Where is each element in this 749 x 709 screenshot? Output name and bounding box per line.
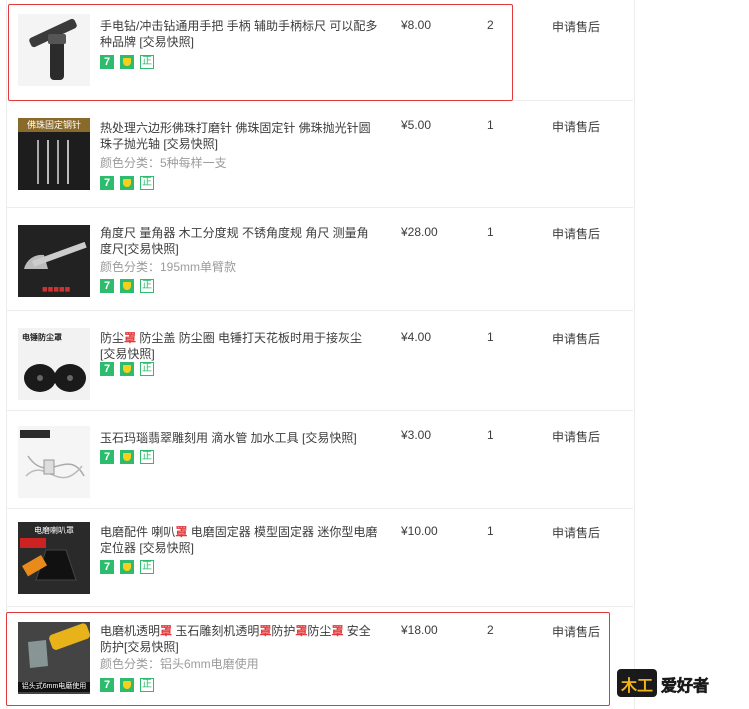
svg-text:木工: 木工 xyxy=(620,676,653,695)
product-title[interactable]: 玉石玛瑙翡翠雕刻用 滴水管 加水工具 [交易快照] xyxy=(100,430,378,446)
unit-price: ¥3.00 xyxy=(401,428,432,442)
seven-day-return-icon: 7 xyxy=(100,362,114,376)
product-thumbnail[interactable]: 佛珠固定钢针 xyxy=(18,118,90,190)
product-title[interactable]: 热处理六边形佛珠打磨针 佛珠固定针 佛珠抛光针圆珠子抛光轴 [交易快照] xyxy=(100,120,378,152)
sku-option: 颜色分类：195mm单臂款 xyxy=(100,260,237,274)
order-item-row: 佛珠固定钢针 热处理六边形佛珠打磨针 佛珠固定针 佛珠抛光针圆珠子抛光轴 [交易… xyxy=(6,100,633,208)
unit-price: ¥28.00 xyxy=(401,225,438,239)
seven-day-return-icon: 7 xyxy=(100,560,114,574)
apply-after-sale-link[interactable]: 申请售后 xyxy=(552,225,600,242)
order-item-row: ■■■■■ 角度尺 量角器 木工分度规 不锈角度规 角尺 测量角度尺[交易快照]… xyxy=(6,207,633,311)
product-title[interactable]: 防尘罩 防尘盖 防尘圈 电锤打天花板时用于接灰尘 [交易快照] xyxy=(100,330,378,362)
selection-highlight xyxy=(6,612,610,706)
genuine-guarantee-icon: 正 xyxy=(140,279,154,293)
svg-text:爱好者: 爱好者 xyxy=(661,676,709,695)
product-title[interactable]: 电磨配件 喇叭罩 电磨固定器 模型固定器 迷你型电磨定位器 [交易快照] xyxy=(100,524,378,556)
order-item-row: 电锤防尘罩 防尘罩 防尘盖 防尘圈 电锤打天花板时用于接灰尘 [交易快照] 7正… xyxy=(6,310,633,411)
selection-highlight xyxy=(8,4,513,101)
genuine-guarantee-icon: 正 xyxy=(140,176,154,190)
genuine-guarantee-icon: 正 xyxy=(140,450,154,464)
consumer-protection-icon xyxy=(120,362,134,376)
service-icons: 7正 xyxy=(100,176,160,190)
consumer-protection-icon xyxy=(120,279,134,293)
apply-after-sale-link[interactable]: 申请售后 xyxy=(552,118,600,135)
water-drip-tube-image xyxy=(20,430,85,479)
apply-after-sale-link[interactable]: 申请售后 xyxy=(552,428,600,445)
order-item-row: 玉石玛瑙翡翠雕刻用 滴水管 加水工具 [交易快照] 7正 ¥3.00 1 申请售… xyxy=(6,410,633,509)
seven-day-return-icon: 7 xyxy=(100,450,114,464)
quantity: 1 xyxy=(487,428,494,442)
unit-price: ¥5.00 xyxy=(401,118,432,132)
thumbnail-caption: 电磨喇叭罩 xyxy=(34,526,74,535)
product-thumbnail[interactable] xyxy=(18,426,90,498)
consumer-protection-icon xyxy=(120,450,134,464)
order-item-row: 电磨喇叭罩 电磨配件 喇叭罩 电磨固定器 模型固定器 迷你型电磨定位器 [交易快… xyxy=(6,508,633,607)
quantity: 1 xyxy=(487,330,494,344)
genuine-guarantee-icon: 正 xyxy=(140,362,154,376)
unit-price: ¥4.00 xyxy=(401,330,432,344)
logo-graphic: 木工 爱好者 xyxy=(617,669,709,697)
quantity: 1 xyxy=(487,225,494,239)
service-icons: 7正 xyxy=(100,450,160,464)
angle-ruler-image: ■■■■■ xyxy=(24,241,87,293)
product-thumbnail[interactable]: ■■■■■ xyxy=(18,225,90,297)
sku-option: 颜色分类：5种每样一支 xyxy=(100,156,227,170)
apply-after-sale-link[interactable]: 申请售后 xyxy=(552,524,600,541)
unit-price: ¥10.00 xyxy=(401,524,438,538)
genuine-guarantee-icon: 正 xyxy=(140,560,154,574)
apply-after-sale-link[interactable]: 申请售后 xyxy=(552,18,600,35)
apply-after-sale-link[interactable]: 申请售后 xyxy=(552,330,600,347)
thumbnail-caption: 佛珠固定钢针 xyxy=(18,118,90,132)
thumbnail-caption: 电锤防尘罩 xyxy=(22,333,62,342)
product-thumbnail[interactable]: 电磨喇叭罩 xyxy=(18,522,90,594)
consumer-protection-icon xyxy=(120,176,134,190)
product-title[interactable]: 角度尺 量角器 木工分度规 不锈角度规 角尺 测量角度尺[交易快照] xyxy=(100,225,378,257)
svg-text:■■■■■: ■■■■■ xyxy=(42,286,71,293)
quantity: 1 xyxy=(487,118,494,132)
service-icons: 7正 xyxy=(100,362,160,376)
seven-day-return-icon: 7 xyxy=(100,176,114,190)
seven-day-return-icon: 7 xyxy=(100,279,114,293)
quantity: 1 xyxy=(487,524,494,538)
consumer-protection-icon xyxy=(120,560,134,574)
watermark-logo: 木工 爱好者 xyxy=(615,661,743,701)
service-icons: 7正 xyxy=(100,279,160,293)
product-thumbnail[interactable]: 电锤防尘罩 xyxy=(18,328,90,400)
service-icons: 7正 xyxy=(100,560,160,574)
